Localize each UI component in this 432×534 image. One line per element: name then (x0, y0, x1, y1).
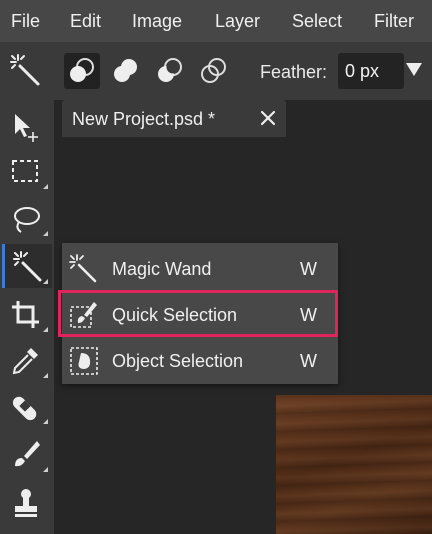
tool-crop[interactable] (2, 292, 52, 336)
shortcut-label: W (300, 305, 317, 325)
flyout-item-label: Object Selection (112, 351, 244, 371)
move-icon (15, 114, 38, 142)
marquee-icon (12, 160, 38, 182)
lasso-icon (14, 207, 40, 233)
options-bar: Feather: 0 px (0, 42, 432, 100)
tool-healing[interactable] (2, 384, 52, 428)
menu-file[interactable]: File (11, 11, 40, 32)
intersect-selection-icon[interactable] (196, 53, 232, 89)
tool-move[interactable] (2, 104, 52, 148)
quick-selection-icon (68, 299, 100, 331)
tool-marquee[interactable] (2, 149, 52, 193)
tool-lasso[interactable] (2, 196, 52, 240)
document-tab[interactable]: New Project.psd * (62, 100, 286, 137)
more-tools-indicator (43, 184, 48, 189)
tool-magic-wand[interactable] (2, 244, 52, 288)
feather-label: Feather: (260, 62, 328, 82)
stamp-icon (15, 489, 37, 517)
more-tools-indicator (43, 373, 48, 378)
menu-layer[interactable]: Layer (215, 11, 260, 32)
flyout-item-quick-selection[interactable]: Quick Selection W (62, 291, 338, 338)
tool-eyedropper[interactable] (2, 338, 52, 382)
feather-input[interactable]: 0 px (338, 53, 404, 89)
healing-icon (12, 396, 37, 421)
more-tools-indicator (43, 419, 48, 424)
object-selection-icon (68, 345, 100, 377)
menu-filter[interactable]: Filter (374, 11, 414, 32)
crop-icon (12, 301, 39, 328)
brush-icon (15, 441, 40, 467)
magic-wand-icon (68, 253, 100, 285)
more-tools-indicator (43, 467, 48, 472)
shortcut-label: W (300, 351, 317, 371)
more-tools-indicator (43, 231, 48, 236)
menu-image[interactable]: Image (132, 11, 182, 32)
magic-wand-icon (13, 251, 42, 282)
tool-panel (0, 100, 54, 534)
selection-tools-flyout: Magic Wand W Quick Selection W Object Se… (62, 243, 338, 384)
new-selection-icon[interactable] (64, 53, 100, 89)
canvas-image[interactable] (276, 395, 432, 534)
tool-brush[interactable] (2, 432, 52, 476)
add-selection-icon[interactable] (108, 53, 144, 89)
more-tools-indicator (43, 327, 48, 332)
close-icon[interactable] (259, 109, 277, 127)
magic-wand-icon[interactable] (8, 52, 44, 88)
menu-select[interactable]: Select (292, 11, 342, 32)
subtract-selection-icon[interactable] (152, 53, 188, 89)
flyout-item-magic-wand[interactable]: Magic Wand W (62, 245, 338, 292)
flyout-item-label: Quick Selection (112, 305, 238, 325)
document-tab-title: New Project.psd * (72, 109, 216, 129)
shortcut-label: W (300, 259, 317, 279)
more-tools-indicator (43, 279, 48, 284)
tool-stamp[interactable] (2, 480, 52, 524)
flyout-item-object-selection[interactable]: Object Selection W (62, 337, 338, 384)
flyout-item-label: Magic Wand (112, 259, 212, 279)
feather-dropdown-icon[interactable] (406, 63, 422, 76)
menu-edit[interactable]: Edit (70, 11, 101, 32)
eyedropper-icon (12, 348, 38, 375)
menu-bar: File Edit Image Layer Select Filter (0, 0, 432, 42)
